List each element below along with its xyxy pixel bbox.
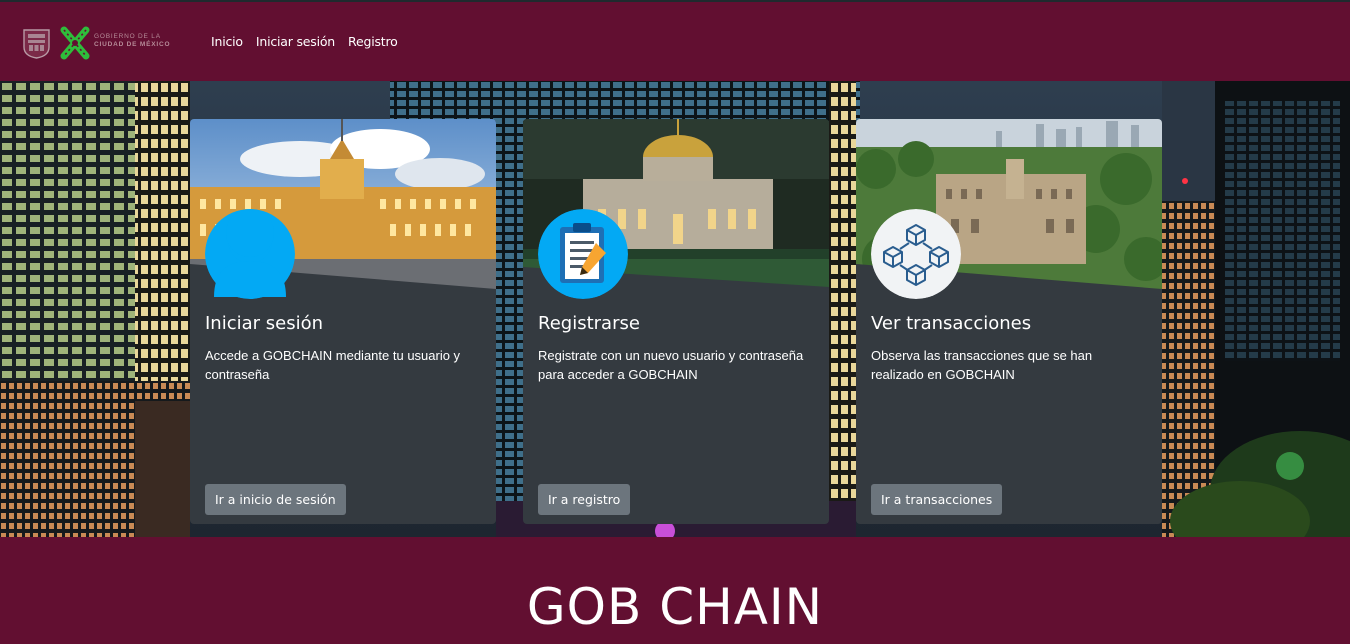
user-silhouette — [214, 209, 286, 297]
card-transactions: Ver transacciones Observa las transaccio… — [856, 119, 1162, 524]
nav-links: Inicio Iniciar sesión Registro — [211, 34, 398, 49]
nav-link-inicio[interactable]: Inicio — [211, 34, 243, 49]
cdmx-logo-icon — [60, 26, 90, 60]
cdmx-logo-text: Gobierno de la Ciudad de México — [94, 33, 170, 49]
nav-link-registro[interactable]: Registro — [348, 34, 398, 49]
card-title: Ver transacciones — [871, 313, 1032, 334]
card-text: Observa las transacciones que se han rea… — [871, 348, 1093, 382]
card-text: Registrate con un nuevo usuario y contra… — [538, 348, 804, 382]
logo-line1: Gobierno de la — [94, 33, 161, 40]
logo-line2: Ciudad de México — [94, 41, 171, 48]
go-to-transactions-button[interactable]: Ir a transacciones — [871, 484, 1003, 515]
footer-title: GOB CHAIN — [526, 578, 824, 636]
card-login: Iniciar sesión Accede a GOBCHAIN mediant… — [190, 119, 496, 524]
card-text: Accede a GOBCHAIN mediante tu usuario y … — [205, 348, 461, 382]
blockchain-icon — [871, 209, 961, 299]
coat-of-arms-icon — [23, 29, 50, 59]
navbar: Gobierno de la Ciudad de México Inicio I… — [0, 2, 1350, 81]
card-register: Registrarse Registrate con un nuevo usua… — [523, 119, 829, 524]
card-title: Iniciar sesión — [205, 313, 324, 334]
go-to-login-button[interactable]: Ir a inicio de sesión — [205, 484, 346, 515]
card-title: Registrarse — [538, 313, 640, 334]
nav-link-iniciar-sesion[interactable]: Iniciar sesión — [256, 34, 335, 49]
go-to-register-button[interactable]: Ir a registro — [538, 484, 631, 515]
clipboard-icon — [538, 209, 628, 299]
